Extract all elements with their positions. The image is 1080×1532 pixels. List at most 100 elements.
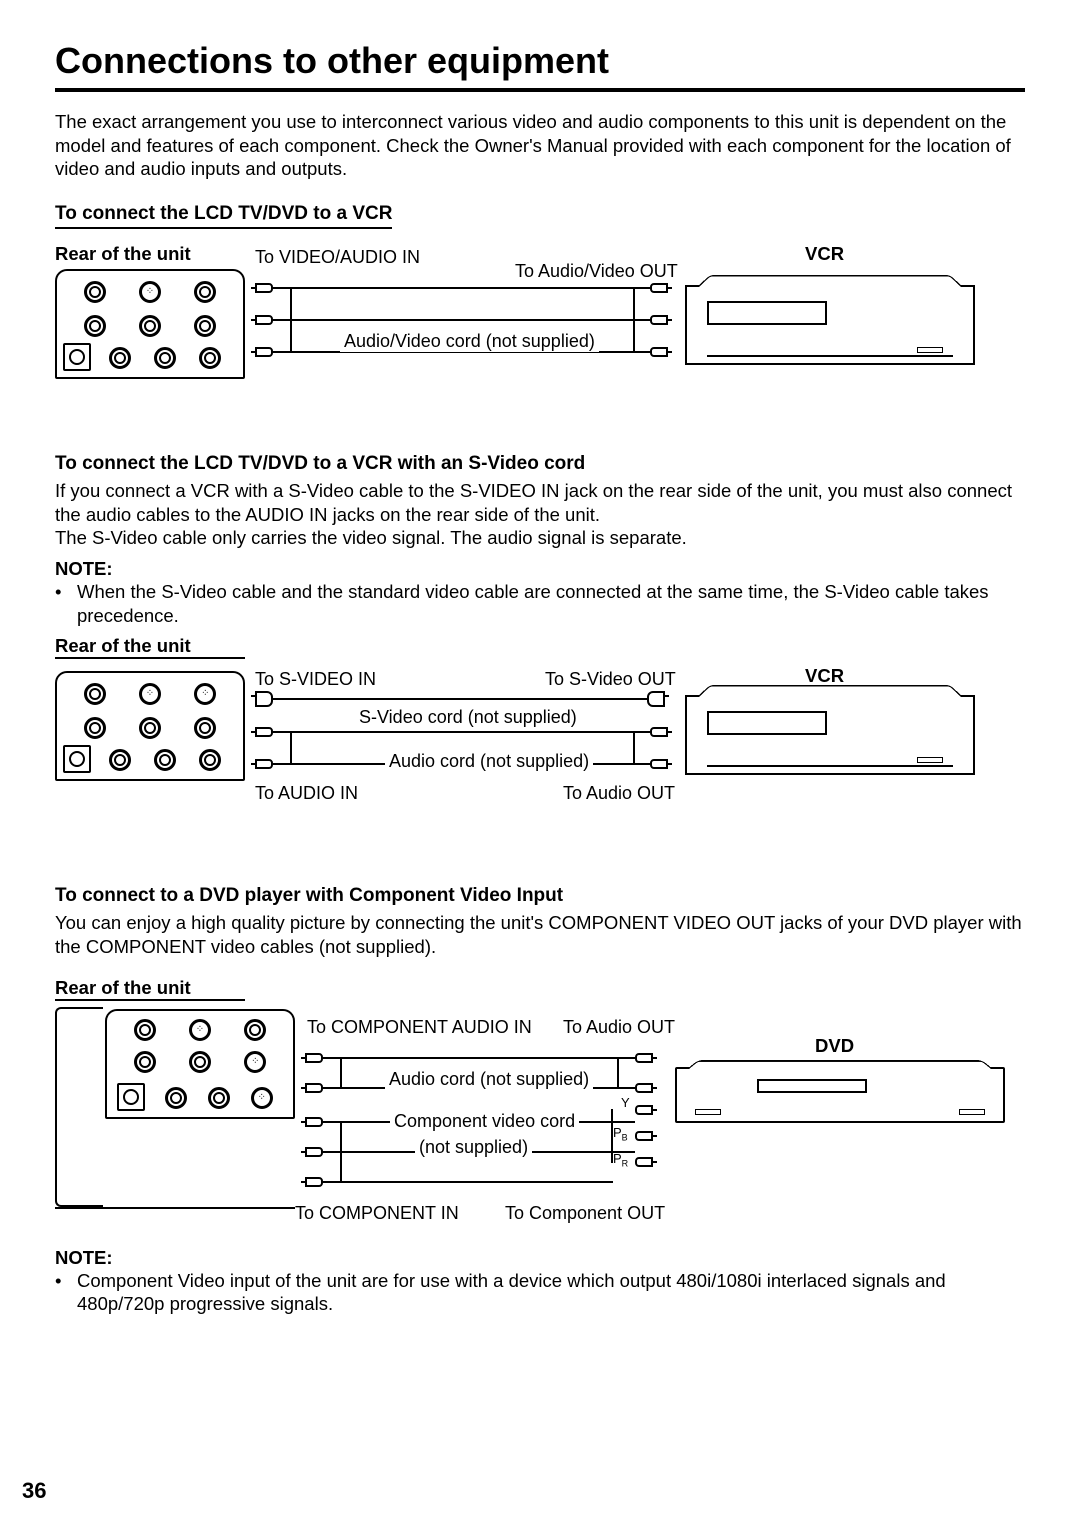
- jack-svideo-icon: [139, 281, 161, 303]
- plug-icon: [650, 283, 668, 293]
- rear-panel-2: [55, 671, 245, 781]
- rear-panel-3: [105, 1009, 295, 1119]
- to-component-in-label: To COMPONENT IN: [295, 1203, 459, 1224]
- plug-icon: [635, 1053, 653, 1063]
- jack-svideo-icon: [139, 683, 161, 705]
- plug-icon: [650, 727, 668, 737]
- section2-note-list: When the S-Video cable and the standard …: [55, 580, 1025, 627]
- jack-icon: [109, 749, 131, 771]
- svideo-cord-label: S-Video cord (not supplied): [355, 707, 581, 728]
- rear-panel: [55, 269, 245, 379]
- jack-icon: [154, 749, 176, 771]
- cable-bundle: [290, 731, 292, 765]
- to-audio-out-label: To Audio OUT: [563, 783, 675, 804]
- plug-icon: [650, 347, 668, 357]
- jack-svideo-icon: [194, 683, 216, 705]
- cable-bundle: [617, 1057, 619, 1089]
- section2-note-item: When the S-Video cable and the standard …: [55, 580, 1025, 627]
- din-plug-icon: [647, 691, 665, 707]
- plug-icon: [255, 315, 273, 325]
- title-rule: [55, 88, 1025, 92]
- jack-icon: [194, 315, 216, 337]
- plug-icon: [255, 759, 273, 769]
- rear-of-unit-label: Rear of the unit: [55, 243, 191, 265]
- y-label: Y: [621, 1095, 630, 1110]
- cable-line: [273, 731, 650, 733]
- plug-icon: [650, 759, 668, 769]
- diagram-svideo: To S-VIDEO IN To S-Video OUT VCR S-Video…: [55, 665, 1025, 845]
- plug-icon: [635, 1083, 653, 1093]
- jack-icon: [189, 1051, 211, 1073]
- section2-body1: If you connect a VCR with a S-Video cabl…: [55, 479, 1025, 526]
- diagram-component: To COMPONENT AUDIO IN To Audio OUT DVD A…: [55, 1007, 1025, 1237]
- diagram-vcr: Rear of the unit To VIDEO/AUDIO IN To Au…: [55, 243, 1025, 403]
- jack-icon: [134, 1019, 156, 1041]
- to-audio-video-out-label: To Audio/Video OUT: [515, 261, 678, 282]
- jack-svideo-icon: [244, 1051, 266, 1073]
- page-number: 36: [22, 1478, 46, 1504]
- to-svideo-in-label: To S-VIDEO IN: [255, 669, 376, 690]
- pr-label: PR: [613, 1151, 628, 1169]
- rear-of-unit-label-2: Rear of the unit: [55, 635, 245, 659]
- jack-icon: [84, 683, 106, 705]
- cable-bundle: [633, 731, 635, 765]
- plug-icon: [255, 727, 273, 737]
- jack-icon: [244, 1019, 266, 1041]
- plug-icon: [635, 1105, 653, 1115]
- plug-icon: [635, 1131, 653, 1141]
- jack-icon: [208, 1087, 230, 1109]
- plug-icon: [305, 1177, 323, 1187]
- jack-icon: [194, 717, 216, 739]
- jack-svideo-icon: [189, 1019, 211, 1041]
- vcr-device-2: [685, 695, 975, 775]
- to-audio-in-label: To AUDIO IN: [255, 783, 358, 804]
- jack-icon: [194, 281, 216, 303]
- jack-icon: [154, 347, 176, 369]
- to-svideo-out-label: To S-Video OUT: [545, 669, 676, 690]
- section2-body2: The S-Video cable only carries the video…: [55, 526, 1025, 550]
- cable-bundle: [340, 1121, 342, 1183]
- bracket-bottom: [55, 1207, 295, 1209]
- section2-heading: To connect the LCD TV/DVD to a VCR with …: [55, 453, 1025, 475]
- jack-icon: [139, 315, 161, 337]
- din-plug-icon: [255, 691, 273, 707]
- cable-line: [273, 319, 650, 321]
- intro-paragraph: The exact arrangement you use to interco…: [55, 110, 1025, 181]
- bracket-icon: [55, 1007, 103, 1207]
- plug-icon: [305, 1117, 323, 1127]
- section3-note-list: Component Video input of the unit are fo…: [55, 1269, 1025, 1316]
- plug-icon: [305, 1147, 323, 1157]
- dvd-device: [675, 1067, 1005, 1123]
- rear-of-unit-label-3: Rear of the unit: [55, 977, 245, 1001]
- audio-cord-label-3: Audio cord (not supplied): [385, 1069, 593, 1090]
- section2-note-label: NOTE:: [55, 558, 1025, 580]
- jack-icon: [84, 315, 106, 337]
- cable-line: [273, 287, 650, 289]
- section3-heading: To connect to a DVD player with Componen…: [55, 885, 1025, 907]
- section3-note-item: Component Video input of the unit are fo…: [55, 1269, 1025, 1316]
- to-component-out-label: To Component OUT: [505, 1203, 665, 1224]
- jack-icon: [134, 1051, 156, 1073]
- plug-icon: [305, 1053, 323, 1063]
- jack-icon: [165, 1087, 187, 1109]
- av-cord-label: Audio/Video cord (not supplied): [340, 331, 599, 352]
- jack-icon: [199, 749, 221, 771]
- component-cord-label-1: Component video cord: [390, 1111, 579, 1132]
- jack-svideo-icon: [251, 1087, 273, 1109]
- to-video-audio-in-label: To VIDEO/AUDIO IN: [255, 247, 420, 268]
- plug-icon: [305, 1083, 323, 1093]
- cable-line: [323, 1057, 635, 1059]
- dvd-label: DVD: [815, 1035, 854, 1057]
- cable-line: [273, 698, 647, 700]
- jack-icon: [109, 347, 131, 369]
- jack-icon: [139, 717, 161, 739]
- vcr-label: VCR: [805, 243, 844, 265]
- plug-icon: [650, 315, 668, 325]
- cable-bundle: [633, 287, 635, 353]
- vcr-device: [685, 285, 975, 365]
- cable-bundle: [290, 287, 292, 353]
- cable-bundle: [340, 1057, 342, 1089]
- section3-body: You can enjoy a high quality picture by …: [55, 911, 1025, 958]
- jack-icon: [84, 281, 106, 303]
- to-audio-out-label-3: To Audio OUT: [563, 1017, 675, 1038]
